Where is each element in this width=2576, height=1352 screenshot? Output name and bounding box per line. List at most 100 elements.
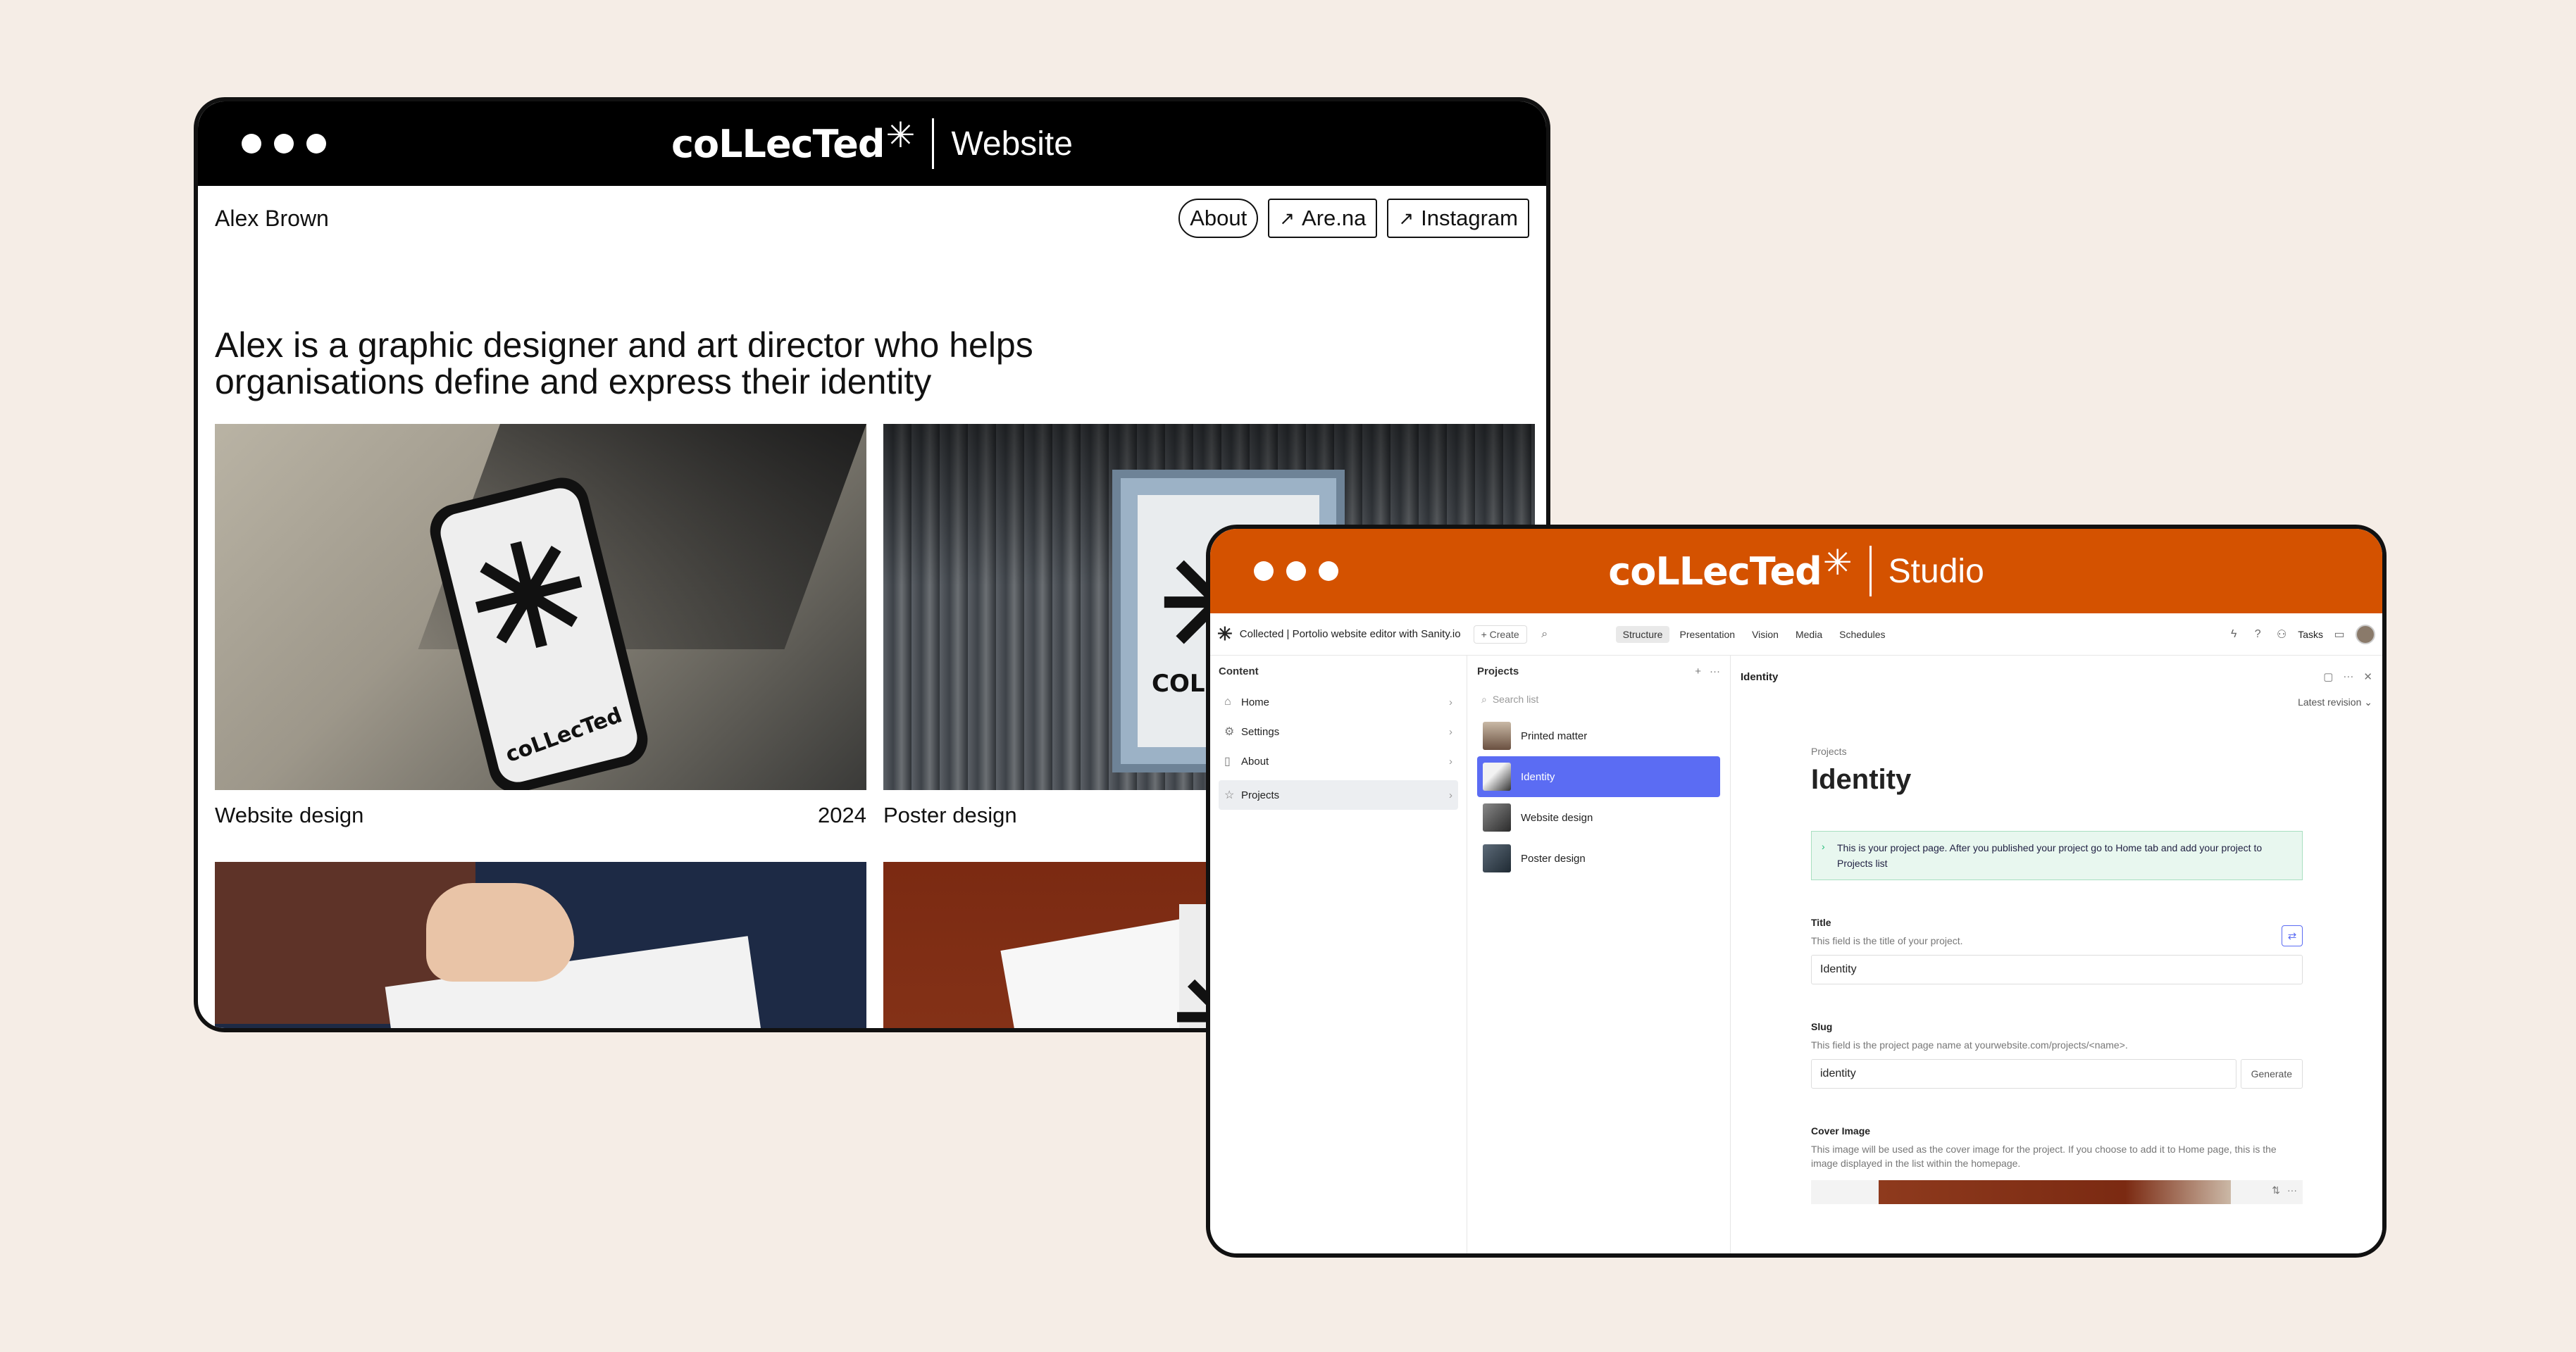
project-image[interactable] bbox=[215, 862, 866, 1028]
window-dot[interactable] bbox=[1319, 561, 1338, 581]
window-dot[interactable] bbox=[1286, 561, 1306, 581]
window-controls[interactable] bbox=[1254, 561, 1338, 581]
create-button[interactable]: + Create bbox=[1473, 625, 1527, 644]
list-item-label: Poster design bbox=[1521, 852, 1586, 865]
pane-heading-label: Content bbox=[1219, 665, 1259, 677]
sidebar-item-home[interactable]: ⌂ Home › bbox=[1219, 687, 1458, 717]
project-thumbnail bbox=[1483, 722, 1511, 750]
more-icon[interactable]: ··· bbox=[2287, 1184, 2297, 1196]
chevron-right-icon: › bbox=[1449, 725, 1452, 738]
site-owner-name[interactable]: Alex Brown bbox=[215, 206, 329, 232]
tab-structure[interactable]: Structure bbox=[1615, 625, 1670, 643]
crop-icon[interactable]: ⇅ bbox=[2272, 1184, 2280, 1196]
window-dot[interactable] bbox=[274, 134, 294, 154]
field-label: Slug bbox=[1811, 1021, 1833, 1032]
brand-logo: coLLecTed bbox=[671, 121, 885, 166]
projects-pane: Projects + ··· ⌕ Search list Printed mat… bbox=[1467, 656, 1731, 1253]
translate-icon[interactable]: ⇄ bbox=[2282, 925, 2303, 946]
project-thumbnail bbox=[1483, 763, 1511, 791]
generate-button[interactable]: Generate bbox=[2240, 1059, 2303, 1089]
search-list-input[interactable]: ⌕ Search list bbox=[1477, 687, 1720, 711]
tab-media[interactable]: Media bbox=[1788, 626, 1829, 643]
content-pane: Content ⌂ Home › ⚙ Settings › ▯ About › … bbox=[1210, 656, 1467, 1253]
chevron-right-icon: › bbox=[1449, 696, 1452, 708]
slug-input[interactable]: identity bbox=[1811, 1059, 2236, 1089]
panel-icon[interactable]: ▭ bbox=[2332, 627, 2347, 642]
sidebar-item-label: About bbox=[1241, 755, 1269, 768]
window-dot[interactable] bbox=[242, 134, 261, 154]
studio-titlebar: coLLecTed ✳ Studio bbox=[1210, 529, 2382, 613]
document-heading: Identity bbox=[1741, 670, 1779, 683]
sidebar-item-label: Home bbox=[1241, 696, 1270, 708]
arrow-up-right-icon: ↗ bbox=[1279, 207, 1295, 229]
more-icon[interactable]: ··· bbox=[1710, 665, 1720, 677]
add-icon[interactable]: + bbox=[1695, 665, 1701, 677]
brand-divider bbox=[932, 118, 935, 169]
search-icon[interactable]: ⌕ bbox=[1537, 627, 1553, 642]
user-access-icon[interactable]: ⚇ bbox=[2274, 627, 2289, 642]
nav-about-button[interactable]: About bbox=[1178, 199, 1259, 238]
sidebar-item-label: Projects bbox=[1241, 789, 1280, 801]
tab-presentation[interactable]: Presentation bbox=[1672, 626, 1742, 643]
sidebar-item-settings[interactable]: ⚙ Settings › bbox=[1219, 717, 1458, 746]
project-image[interactable]: ✳ coLLecTed bbox=[215, 424, 866, 790]
field-row: identity Generate bbox=[1811, 1059, 2303, 1089]
nav-arena-link[interactable]: ↗ Are.na bbox=[1268, 199, 1378, 238]
field-label: Cover Image bbox=[1811, 1125, 1871, 1137]
phone-logo-text: coLLecTed bbox=[502, 703, 626, 768]
book-icon: ▯ bbox=[1224, 756, 1231, 768]
field-row: Identity bbox=[1811, 955, 2303, 984]
field-description: This field is the title of your project. bbox=[1811, 935, 1963, 946]
brand-logo: coLLecTed bbox=[1608, 549, 1822, 594]
window-name: Studio bbox=[1888, 552, 1984, 590]
cover-image-field: Cover Image This image will be used as t… bbox=[1811, 1125, 2303, 1204]
list-item[interactable]: Identity bbox=[1477, 756, 1720, 797]
list-item[interactable]: Poster design bbox=[1477, 838, 1720, 879]
cover-image bbox=[1879, 1180, 2231, 1204]
avatar[interactable] bbox=[2356, 624, 2375, 644]
cover-image-preview[interactable]: ⇅ ··· bbox=[1811, 1180, 2303, 1204]
studio-toolbar: ✳ Collected | Portolio website editor wi… bbox=[1210, 613, 2382, 656]
arrow-up-right-icon: ↗ bbox=[1398, 207, 1414, 229]
tab-schedules[interactable]: Schedules bbox=[1832, 626, 1892, 643]
list-item[interactable]: Website design bbox=[1477, 797, 1720, 838]
studio-brand: coLLecTed ✳ Studio bbox=[1608, 543, 1984, 596]
window-dot[interactable] bbox=[306, 134, 326, 154]
sidebar-item-about[interactable]: ▯ About › bbox=[1219, 746, 1458, 776]
window-controls[interactable] bbox=[242, 134, 326, 154]
search-placeholder: Search list bbox=[1492, 694, 1539, 705]
slug-field: Slug This field is the project page name… bbox=[1811, 1021, 2303, 1089]
studio-logo-icon[interactable]: ✳ bbox=[1217, 623, 1233, 645]
pane-heading: Projects + ··· bbox=[1477, 665, 1720, 677]
sidebar-item-projects[interactable]: ☆ Projects › bbox=[1219, 780, 1458, 810]
help-icon[interactable]: ? bbox=[2250, 627, 2265, 642]
brand-star-icon: ✳ bbox=[1822, 543, 1853, 582]
project-card[interactable] bbox=[215, 862, 866, 1028]
comment-icon[interactable]: ▢ bbox=[2323, 670, 2333, 683]
pane-heading-label: Projects bbox=[1477, 665, 1519, 677]
document-actions: ▢ ··· ✕ bbox=[2323, 670, 2372, 683]
more-icon[interactable]: ··· bbox=[2343, 670, 2353, 683]
studio-project-title[interactable]: Collected | Portolio website editor with… bbox=[1240, 628, 1461, 640]
breadcrumb[interactable]: Projects bbox=[1811, 746, 2303, 757]
title-input[interactable]: Identity bbox=[1811, 955, 2303, 984]
tab-vision[interactable]: Vision bbox=[1745, 626, 1786, 643]
list-item[interactable]: Printed matter bbox=[1477, 715, 1720, 756]
project-card-website-design[interactable]: ✳ coLLecTed Website design 2024 bbox=[215, 424, 866, 828]
field-description: This field is the project page name at y… bbox=[1811, 1039, 2128, 1051]
asterisk-logo-icon: ✳ bbox=[453, 507, 606, 689]
hand-shape bbox=[426, 883, 574, 982]
window-dot[interactable] bbox=[1254, 561, 1274, 581]
close-icon[interactable]: ✕ bbox=[2363, 670, 2372, 683]
brand-star-icon: ✳ bbox=[885, 115, 916, 155]
nav-instagram-link[interactable]: ↗ Instagram bbox=[1387, 199, 1529, 238]
card-title: Poster design bbox=[883, 803, 1017, 827]
bolt-icon[interactable]: ϟ bbox=[2226, 627, 2241, 642]
revision-select[interactable]: Latest revision ⌄ bbox=[2298, 696, 2372, 708]
gear-icon: ⚙ bbox=[1224, 726, 1235, 738]
chevron-right-icon: › bbox=[1449, 755, 1452, 768]
window-name: Website bbox=[951, 125, 1073, 163]
site-tagline: Alex is a graphic designer and art direc… bbox=[215, 325, 1033, 401]
chevron-down-icon: ⌄ bbox=[2364, 696, 2372, 708]
tasks-button[interactable]: Tasks bbox=[2298, 629, 2323, 640]
